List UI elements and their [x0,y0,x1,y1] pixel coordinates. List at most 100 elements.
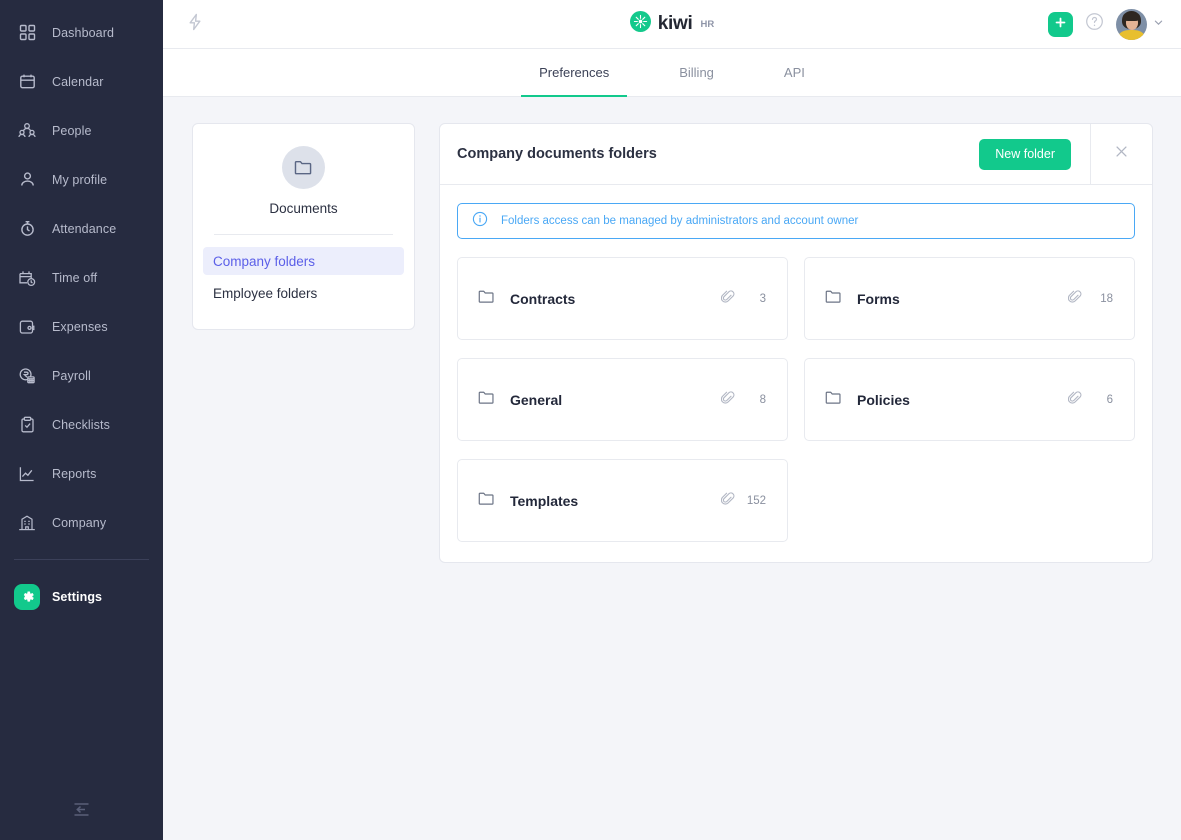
folder-name: Contracts [510,290,576,307]
user-menu[interactable] [1116,8,1164,40]
sidebar-item-label: Checklists [52,417,110,432]
stopwatch-icon [14,216,40,242]
documents-card: Documents Company folders Employee folde… [192,123,415,330]
paperclip-icon [720,289,735,309]
people-icon [14,118,40,144]
topbar-actions [1048,8,1164,40]
add-button[interactable] [1048,11,1073,37]
panel-header-main: Company documents folders New folder [440,124,1090,184]
close-panel-button[interactable] [1090,124,1152,184]
topbar: kiwi HR [163,0,1181,49]
folder-name: Forms [857,290,900,307]
folder-name: Policies [857,391,910,408]
paperclip-icon [1067,289,1082,309]
chevron-down-icon [1153,15,1164,33]
collapse-sidebar-icon [72,801,91,823]
folder-icon [824,388,843,412]
sidebar-item-people[interactable]: People [0,106,163,155]
gear-icon [14,583,40,610]
tab-api[interactable]: API [766,49,823,96]
tab-preferences[interactable]: Preferences [521,49,628,97]
sidebar-item-payroll[interactable]: Payroll [0,351,163,400]
panel-body: Folders access can be managed by adminis… [440,185,1152,562]
panel-header: Company documents folders New folder [440,124,1152,185]
clipboard-check-icon [14,412,40,438]
content-area: Documents Company folders Employee folde… [163,97,1181,840]
settings-tabs: Preferences Billing API [163,49,1181,97]
folder-card-forms[interactable]: Forms 18 [804,257,1135,340]
folder-card-templates[interactable]: Templates 152 [457,459,788,542]
doc-nav-label: Employee folders [213,285,318,301]
brand-name: kiwi [657,13,693,34]
paperclip-icon [720,491,735,511]
sidebar-item-label: Settings [52,589,103,604]
app-root: Dashboard Calendar People My profile Att… [0,0,1181,840]
avatar [1116,8,1147,40]
folder-attachment-count: 18 [1100,292,1113,305]
wallet-icon [14,314,40,340]
folder-attachment-count: 3 [759,292,766,305]
folder-card-general[interactable]: General 8 [457,358,788,441]
sidebar-item-company[interactable]: Company [0,498,163,547]
folder-card-policies[interactable]: Policies 6 [804,358,1135,441]
folder-meta: 152 [720,491,766,511]
folder-attachment-count: 152 [746,494,766,507]
folder-meta: 18 [1067,289,1113,309]
folder-icon [824,287,843,311]
folder-icon [477,489,496,513]
paperclip-icon [1067,390,1082,410]
lightning-bolt-icon [187,13,203,36]
sidebar-item-time-off[interactable]: Time off [0,253,163,302]
sidebar-nav: Dashboard Calendar People My profile Att… [0,0,163,621]
documents-card-nav: Company folders Employee folders [193,247,414,307]
info-circle-icon [472,211,488,232]
sidebar-item-label: People [52,123,92,138]
dashboard-grid-icon [14,20,40,46]
sidebar: Dashboard Calendar People My profile Att… [0,0,163,840]
sidebar-item-checklists[interactable]: Checklists [0,400,163,449]
building-icon [14,510,40,536]
folder-attachment-count: 8 [759,393,766,406]
sidebar-item-reports[interactable]: Reports [0,449,163,498]
folder-icon [477,287,496,311]
sidebar-item-dashboard[interactable]: Dashboard [0,8,163,57]
tab-label: API [783,65,805,80]
sidebar-item-settings[interactable]: Settings [0,572,163,621]
sidebar-item-label: Payroll [52,368,91,383]
user-icon [14,167,40,193]
payroll-icon [14,363,40,389]
new-folder-button[interactable]: New folder [979,138,1071,170]
brand-superscript: HR [700,18,715,30]
plus-icon [1054,16,1067,32]
sidebar-item-label: Attendance [52,221,117,236]
folders-grid: Contracts 3 Forms 18 General 8 Policies … [457,257,1135,542]
paperclip-icon [720,390,735,410]
sidebar-divider [14,559,149,560]
sidebar-item-my-profile[interactable]: My profile [0,155,163,204]
tab-label: Preferences [539,65,610,80]
sidebar-item-label: My profile [52,172,108,187]
close-icon [1113,143,1130,165]
doc-nav-item-company-folders[interactable]: Company folders [203,247,404,275]
doc-nav-label: Company folders [213,253,316,269]
documents-card-divider [214,234,393,235]
main-region: kiwi HR Preferences Billing API Document… [163,0,1181,840]
quick-actions-button[interactable] [175,13,215,36]
sidebar-item-label: Expenses [52,319,108,334]
doc-nav-item-employee-folders[interactable]: Employee folders [203,279,404,307]
folder-meta: 6 [1067,390,1113,410]
sidebar-item-expenses[interactable]: Expenses [0,302,163,351]
company-folders-panel: Company documents folders New folder Fol… [439,123,1153,563]
sidebar-item-calendar[interactable]: Calendar [0,57,163,106]
kiwi-mark-icon [629,11,651,37]
tab-billing[interactable]: Billing [661,49,732,96]
sidebar-item-attendance[interactable]: Attendance [0,204,163,253]
chart-line-icon [14,461,40,487]
folder-icon [477,388,496,412]
access-notice-text: Folders access can be managed by adminis… [501,215,859,227]
brand-logo: kiwi HR [163,0,1181,48]
help-button[interactable] [1085,12,1104,36]
sidebar-item-label: Calendar [52,74,104,89]
folder-card-contracts[interactable]: Contracts 3 [457,257,788,340]
collapse-sidebar-button[interactable] [0,784,163,840]
